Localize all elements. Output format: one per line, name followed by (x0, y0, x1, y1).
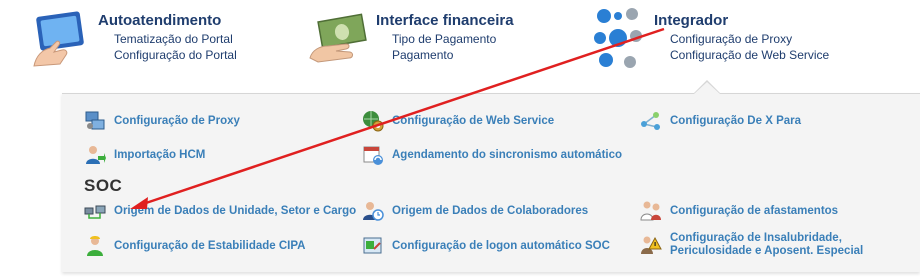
panel-item-agendamento-sincronismo[interactable]: Agendamento do sincronismo automático (362, 144, 622, 166)
menu-title-autoatendimento[interactable]: Autoatendimento (98, 12, 221, 29)
integrator-icon (592, 2, 644, 79)
worker-icon (84, 235, 106, 257)
panel-item-label: Origem de Dados de Unidade, Setor e Carg… (114, 205, 357, 217)
panel-item-label: Importação HCM (114, 149, 206, 161)
user-clock-icon (362, 200, 384, 222)
panel-item-config-insalubridade[interactable]: Configuração de Insalubridade, Periculos… (640, 232, 863, 258)
panel-item-estabilidade-cipa[interactable]: Configuração de Estabilidade CIPA (84, 235, 306, 257)
panel-item-importacao-hcm[interactable]: Importação HCM (84, 144, 205, 166)
panel-item-label: Configuração De X Para (670, 115, 802, 127)
money-icon (306, 10, 368, 71)
menu-item-config-web-service[interactable]: Configuração de Web Service (670, 48, 829, 62)
panel-notch-inner (694, 82, 720, 94)
panel-item-origem-colaboradores[interactable]: Origem de Dados de Colaboradores (362, 200, 588, 222)
panel-item-config-web-service[interactable]: Configuração de Web Service (362, 110, 554, 132)
panel-item-origem-unidade[interactable]: Origem de Dados de Unidade, Setor e Carg… (84, 200, 356, 222)
top-menu: Autoatendimento Tematização do Portal Co… (0, 0, 920, 92)
panel-item-config-afastamentos[interactable]: Configuração de afastamentos (640, 200, 838, 222)
menu-title-integrador[interactable]: Integrador (654, 12, 728, 29)
panel-item-label: Configuração de Web Service (392, 115, 555, 127)
panel-item-label: Agendamento do sincronismo automático (392, 149, 623, 161)
panel-item-label: Origem de Dados de Colaboradores (392, 205, 589, 217)
menu-item-tipo-pagamento[interactable]: Tipo de Pagamento (392, 32, 496, 46)
globe-gear-icon (362, 110, 384, 132)
panel-item-logon-automatico-soc[interactable]: Configuração de logon automático SOC (362, 235, 610, 257)
medical-users-icon (640, 200, 662, 222)
insalubridade-line1: Configuração de Insalubridade, (670, 232, 842, 244)
panel-item-label: Configuração de Estabilidade CIPA (114, 240, 306, 252)
menu-item-config-proxy[interactable]: Configuração de Proxy (670, 32, 792, 46)
user-import-icon (84, 144, 106, 166)
panel-item-config-proxy[interactable]: Configuração de Proxy (84, 110, 240, 132)
insalubridade-line2: Periculosidade e Aposent. Especial (670, 245, 864, 257)
proxy-icon (84, 110, 106, 132)
menu-title-interface-financeira[interactable]: Interface financeira (376, 12, 514, 29)
menu-item-pagamento[interactable]: Pagamento (392, 48, 453, 62)
calendar-sync-icon (362, 144, 384, 166)
soc-section-heading: SOC (84, 176, 123, 195)
auto-logon-icon (362, 235, 384, 257)
panel-item-label-multiline: Configuração de Insalubridade, Periculos… (670, 232, 863, 258)
panel-item-config-x-para[interactable]: Configuração De X Para (640, 110, 801, 132)
share-nodes-icon (640, 110, 662, 132)
panel-item-label: Configuração de logon automático SOC (392, 240, 610, 252)
menu-item-tematizacao[interactable]: Tematização do Portal (114, 32, 233, 46)
network-computers-icon (84, 200, 106, 222)
menu-item-config-portal[interactable]: Configuração do Portal (114, 48, 237, 62)
touchscreen-icon (26, 8, 88, 75)
panel-item-label: Configuração de Proxy (114, 115, 240, 127)
panel-item-label: Configuração de afastamentos (670, 205, 839, 217)
hazard-users-icon (640, 234, 662, 256)
